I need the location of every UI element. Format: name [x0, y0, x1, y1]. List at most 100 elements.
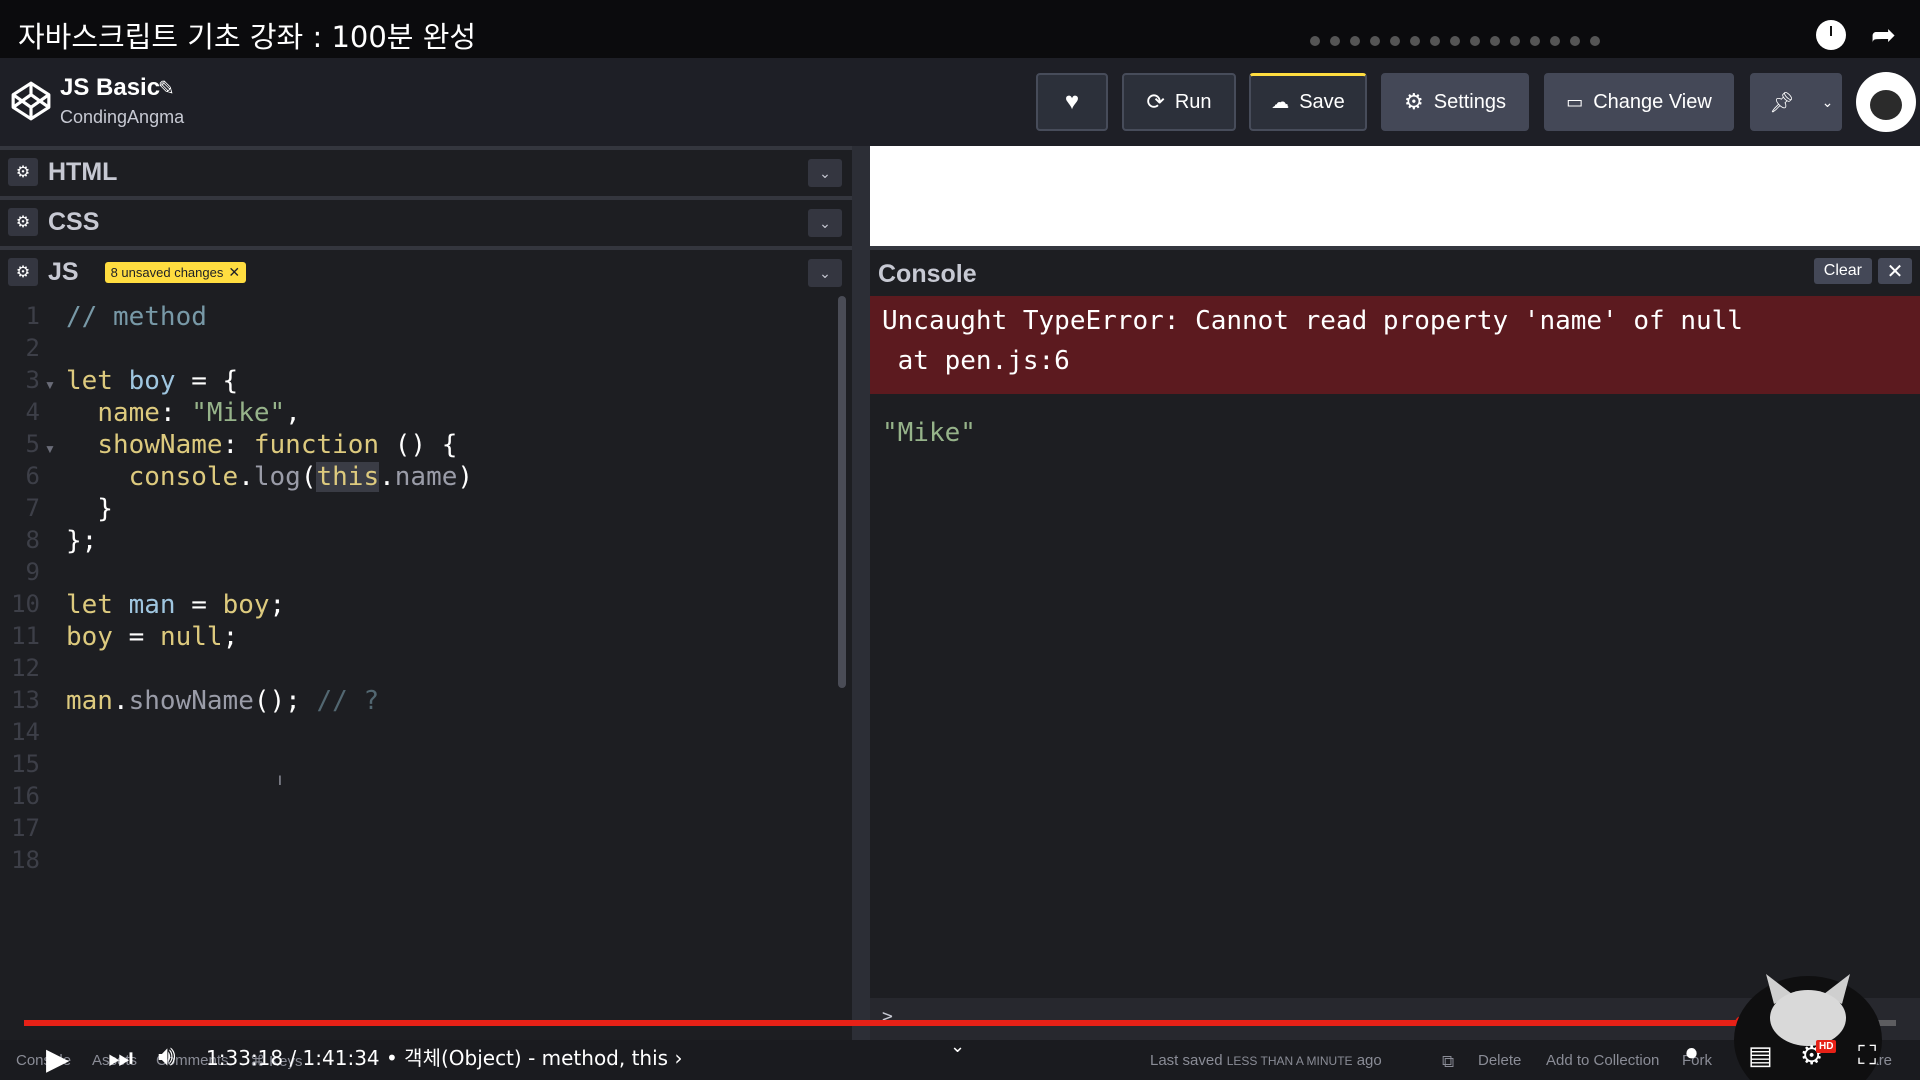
- line-number: 16: [11, 782, 40, 810]
- code-line: showName: function () {: [97, 430, 458, 460]
- watch-later-icon[interactable]: [1816, 20, 1846, 50]
- code-line: name: "Mike",: [97, 398, 301, 428]
- js-settings-gear-icon[interactable]: ⚙: [8, 258, 38, 286]
- error-text: Uncaught TypeError: Cannot read property…: [882, 306, 1743, 336]
- share-icon[interactable]: ➦: [1871, 18, 1896, 53]
- last-saved-status: Last saved LESS THAN A MINUTE ago: [1150, 1052, 1382, 1069]
- video-progress-bar[interactable]: [24, 1016, 1896, 1030]
- video-time-chapter[interactable]: 1:33:18 / 1:41:34 • 객체(Object) - method,…: [206, 1042, 682, 1071]
- text-cursor-icon: I: [278, 772, 282, 788]
- last-saved-suffix: ago: [1356, 1052, 1382, 1069]
- console-close-button[interactable]: ✕: [1878, 258, 1912, 284]
- line-number: 18: [11, 846, 40, 874]
- html-settings-gear-icon[interactable]: ⚙: [8, 158, 38, 186]
- line-number: 14: [11, 718, 40, 746]
- pin-dropdown-button[interactable]: ⌄: [1814, 73, 1842, 131]
- fold-arrow-icon[interactable]: ▼: [44, 378, 56, 392]
- editor-column: ⚙ HTML ⌄ ⚙ CSS ⌄ ⚙ JS 8 unsaved changes …: [0, 146, 852, 1040]
- html-pane-dropdown[interactable]: ⌄: [808, 159, 842, 187]
- chevron-down-icon[interactable]: ⌄: [950, 1036, 965, 1057]
- line-number: 9: [25, 558, 40, 586]
- line-number: 11: [11, 622, 40, 650]
- run-button[interactable]: ⟳ Run: [1122, 73, 1236, 131]
- line-number: 17: [11, 814, 40, 842]
- console-panel: Console Clear ✕ Uncaught TypeError: Cann…: [870, 246, 1920, 1040]
- js-pane-dropdown[interactable]: ⌄: [808, 259, 842, 287]
- pen-author[interactable]: CondingAngma: [60, 107, 184, 128]
- line-number: 15: [11, 750, 40, 778]
- user-avatar[interactable]: [1856, 72, 1916, 132]
- code-line: // method: [66, 302, 207, 332]
- html-pane-header[interactable]: ⚙ HTML ⌄: [0, 146, 852, 194]
- code-line: console.log(this.name): [128, 462, 474, 492]
- close-icon[interactable]: ✕: [228, 264, 240, 281]
- pen-title[interactable]: JS Basic: [60, 74, 160, 102]
- close-icon: ✕: [1886, 260, 1904, 283]
- add-to-collection-button[interactable]: Add to Collection: [1546, 1052, 1659, 1069]
- unsaved-changes-label: 8 unsaved changes: [110, 264, 224, 280]
- pin-icon: 📌︎: [1769, 91, 1795, 114]
- line-number: 4: [25, 398, 40, 426]
- cloud-icon: ☁: [1271, 92, 1290, 112]
- video-progress-fill: [24, 1020, 1743, 1026]
- next-icon[interactable]: ⏭: [108, 1042, 133, 1075]
- error-location: at pen.js:6: [882, 346, 1070, 376]
- run-icon: ⟳: [1146, 89, 1165, 114]
- volume-icon[interactable]: 🔊︎: [158, 1040, 176, 1073]
- line-number: 10: [11, 590, 40, 618]
- js-pane-title: JS: [48, 257, 79, 286]
- hd-badge: HD: [1816, 1040, 1837, 1053]
- css-pane-header[interactable]: ⚙ CSS ⌄: [0, 196, 852, 244]
- unsaved-changes-badge[interactable]: 8 unsaved changes ✕: [104, 261, 247, 283]
- line-number: 3: [25, 366, 40, 394]
- change-view-label: Change View: [1593, 90, 1712, 113]
- js-code-editor[interactable]: 1 2 3 4 5 6 7 8 9 10 11 12 13 14 15 16 17 18 ▼ ▼ // metho…: [0, 296, 852, 1040]
- run-label: Run: [1174, 90, 1212, 113]
- js-pane-header[interactable]: ⚙ JS 8 unsaved changes ✕ ⌄: [0, 246, 852, 294]
- chevron-down-icon: ⌄: [1821, 93, 1834, 110]
- css-pane-title: CSS: [48, 207, 100, 236]
- pane-resizer[interactable]: [852, 146, 870, 1040]
- line-number: 6: [25, 462, 40, 490]
- delete-button[interactable]: Delete: [1478, 1052, 1521, 1069]
- subtitles-icon[interactable]: ▤: [1748, 1040, 1773, 1071]
- love-button[interactable]: ♥: [1036, 73, 1108, 131]
- browser-extension-icons: [1310, 36, 1600, 46]
- code-line: }: [66, 494, 113, 524]
- line-number: 5: [25, 430, 40, 458]
- video-title: 자바스크립트 기초 강좌 : 100분 완성: [18, 20, 477, 54]
- codepen-header: JS Basic ✎ CondingAngma ♥ ⟳ Run ☁ Save ⚙…: [0, 58, 1920, 146]
- preview-frame[interactable]: [870, 146, 1920, 246]
- play-icon[interactable]: ▶: [46, 1042, 69, 1077]
- video-title-bar: 자바스크립트 기초 강좌 : 100분 완성 ➦: [0, 0, 1920, 58]
- save-label: Save: [1299, 91, 1345, 113]
- editor-scrollbar[interactable]: [838, 296, 846, 688]
- console-log-output: "Mike": [882, 418, 976, 448]
- line-number: 13: [11, 686, 40, 714]
- css-pane-dropdown[interactable]: ⌄: [808, 209, 842, 237]
- line-number: 1: [25, 302, 40, 330]
- autoplay-toggle[interactable]: ⏺: [1686, 1040, 1697, 1066]
- gear-icon: ⚙: [1404, 89, 1424, 114]
- edit-pencil-icon[interactable]: ✎: [158, 76, 175, 101]
- code-line: man.showName(); // ?: [66, 686, 380, 716]
- console-clear-button[interactable]: Clear: [1813, 258, 1872, 284]
- settings-label: Settings: [1433, 90, 1506, 113]
- line-number: 8: [25, 526, 40, 554]
- code-line: boy = null;: [66, 622, 239, 652]
- open-external-icon[interactable]: ⧉: [1442, 1052, 1454, 1072]
- line-number: 7: [25, 494, 40, 522]
- last-saved-value: LESS THAN A MINUTE: [1226, 1054, 1353, 1068]
- pin-button[interactable]: 📌︎: [1750, 73, 1814, 131]
- save-button[interactable]: ☁ Save: [1249, 73, 1367, 131]
- heart-icon: ♥: [1064, 88, 1080, 115]
- fold-arrow-icon[interactable]: ▼: [44, 442, 56, 456]
- code-line: };: [66, 526, 98, 556]
- css-settings-gear-icon[interactable]: ⚙: [8, 208, 38, 236]
- settings-button[interactable]: ⚙ Settings: [1381, 73, 1529, 131]
- console-error-message: Uncaught TypeError: Cannot read property…: [870, 296, 1920, 394]
- change-view-button[interactable]: ▭ Change View: [1544, 73, 1734, 131]
- fullscreen-icon[interactable]: ⛶: [1858, 1040, 1876, 1072]
- codepen-logo-icon[interactable]: [10, 80, 52, 122]
- line-number: 12: [11, 654, 40, 682]
